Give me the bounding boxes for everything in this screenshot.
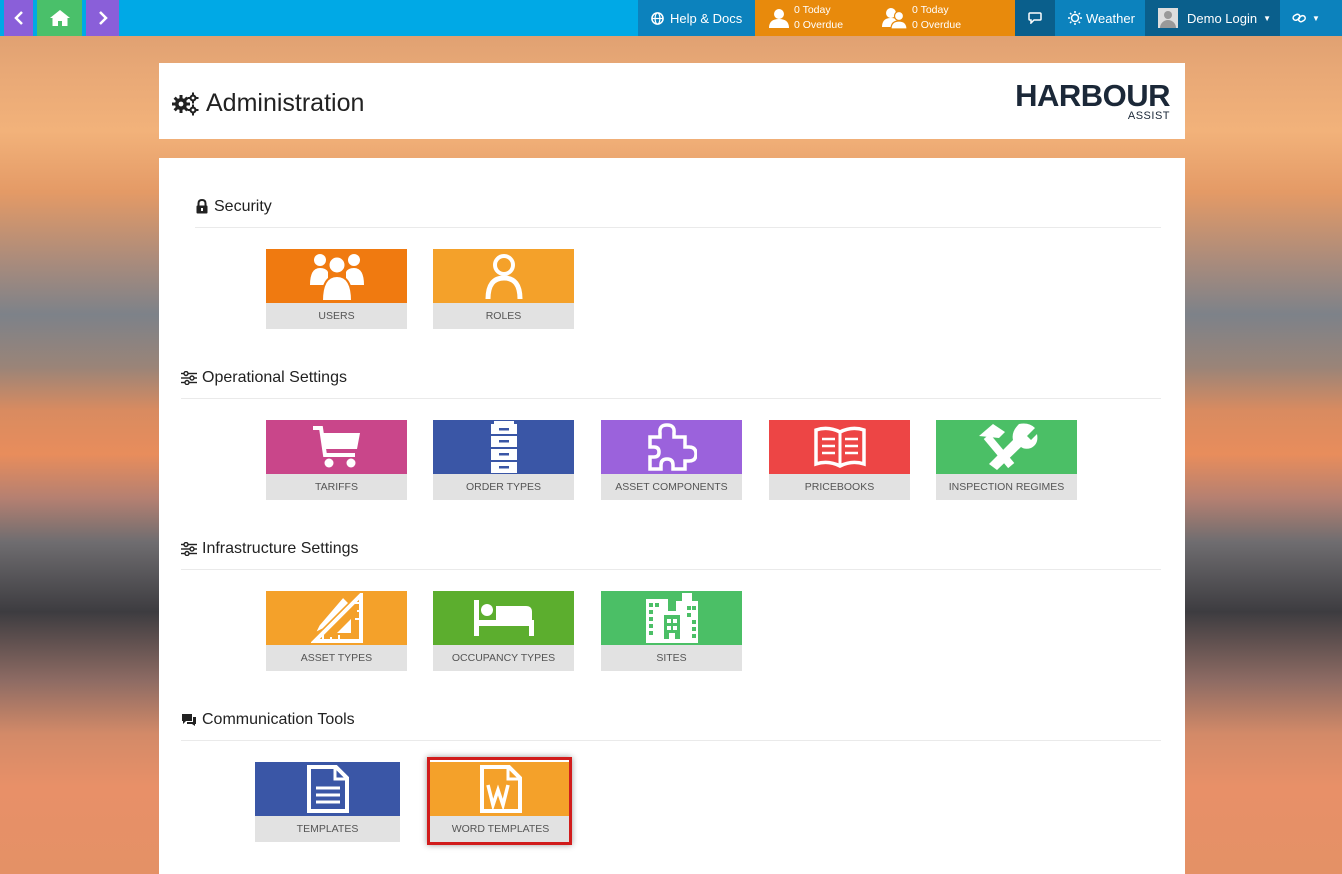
globe-icon — [651, 11, 664, 25]
tile-sites-label: SITES — [601, 645, 742, 671]
ruler-pencil-icon — [310, 593, 363, 643]
sliders-icon — [181, 541, 197, 556]
tile-tariffs-top — [266, 420, 407, 474]
task-counts: 0 Today 0 Overdue 0 Today 0 Overdue — [755, 0, 1015, 36]
tile-tariffs-label: TARIFFS — [266, 474, 407, 500]
tile-occupancy-types[interactable]: OCCUPANCY TYPES — [433, 591, 574, 671]
top-bar: Help & Docs 0 Today 0 Overdue 0 Today 0 … — [0, 0, 1342, 36]
tile-roles[interactable]: ROLES — [433, 249, 574, 329]
weather-button[interactable]: Weather — [1055, 0, 1145, 36]
tile-asset-types-top — [266, 591, 407, 645]
tile-asset-components-label: ASSET COMPONENTS — [601, 474, 742, 500]
my-tasks-button[interactable]: 0 Today 0 Overdue — [768, 0, 843, 36]
lock-icon — [196, 199, 208, 214]
tile-asset-types[interactable]: ASSET TYPES — [266, 591, 407, 671]
building-icon — [645, 593, 698, 643]
forward-button[interactable] — [86, 0, 119, 36]
users-icon — [309, 254, 364, 301]
user-name: Demo Login — [1187, 10, 1258, 26]
team-tasks-button[interactable]: 0 Today 0 Overdue — [882, 0, 961, 36]
sliders-icon — [181, 370, 197, 385]
logo-main: HARBOUR — [1015, 78, 1170, 113]
admin-content: Security USERS ROLES Operational Setting… — [159, 158, 1185, 874]
page-title: Administration — [172, 89, 364, 118]
back-button[interactable] — [4, 0, 33, 36]
tile-pricebooks[interactable]: PRICEBOOKS — [769, 420, 910, 500]
help-docs-button[interactable]: Help & Docs — [638, 0, 755, 36]
tile-sites-top — [601, 591, 742, 645]
section-infrastructure-header: Infrastructure Settings — [181, 528, 1161, 570]
section-communication-header: Communication Tools — [181, 699, 1161, 741]
chevron-right-icon — [98, 11, 108, 25]
section-operational-header: Operational Settings — [181, 357, 1161, 399]
tile-roles-label: ROLES — [433, 303, 574, 329]
user-menu-button[interactable]: Demo Login ▼ — [1145, 0, 1280, 36]
home-button[interactable] — [37, 0, 82, 36]
team-overdue-count: 0 Overdue — [912, 19, 962, 31]
section-communication-title: Communication Tools — [202, 710, 355, 728]
avatar — [1158, 8, 1178, 28]
tile-templates-label: TEMPLATES — [255, 816, 400, 842]
tile-inspection-regimes-top — [936, 420, 1077, 474]
section-security-title: Security — [214, 197, 272, 215]
word-file-icon — [479, 765, 522, 813]
tile-occupancy-types-label: OCCUPANCY TYPES — [433, 645, 574, 671]
page-header: Administration HARBOUR ASSIST — [159, 63, 1185, 139]
tile-word-templates-label: WORD TEMPLATES — [430, 816, 571, 842]
tile-word-templates[interactable]: WORD TEMPLATES — [430, 762, 571, 842]
tile-order-types-top — [433, 420, 574, 474]
document-icon — [306, 765, 349, 813]
tile-inspection-regimes[interactable]: INSPECTION REGIMES — [936, 420, 1077, 500]
section-security-header: Security — [195, 186, 1161, 228]
links-menu-button[interactable]: ▼ — [1280, 0, 1342, 36]
cart-icon — [312, 426, 360, 468]
section-infrastructure-title: Infrastructure Settings — [202, 539, 359, 557]
tile-templates-top — [255, 762, 400, 816]
tile-users[interactable]: USERS — [266, 249, 407, 329]
bed-icon — [473, 600, 534, 636]
tile-users-label: USERS — [266, 303, 407, 329]
tools-icon — [978, 423, 1037, 470]
chevron-left-icon — [13, 11, 23, 25]
tile-asset-components-top — [601, 420, 742, 474]
caret-down-icon: ▼ — [1312, 13, 1320, 23]
tile-pricebooks-top — [769, 420, 910, 474]
gears-icon — [172, 92, 199, 115]
user-icon — [485, 254, 522, 299]
tile-tariffs[interactable]: TARIFFS — [266, 420, 407, 500]
team-today-count: 0 Today — [912, 4, 949, 16]
user-icon — [769, 9, 789, 28]
my-today-count: 0 Today — [794, 4, 831, 16]
tile-users-top — [266, 249, 407, 303]
home-icon — [49, 10, 70, 26]
tile-word-templates-top — [430, 762, 571, 816]
tile-inspection-regimes-label: INSPECTION REGIMES — [936, 474, 1077, 500]
caret-down-icon: ▼ — [1263, 13, 1272, 23]
tile-asset-types-label: ASSET TYPES — [266, 645, 407, 671]
tile-occupancy-types-top — [433, 591, 574, 645]
harbour-assist-logo: HARBOUR ASSIST — [1015, 78, 1170, 122]
users-icon — [882, 8, 908, 29]
chat-icon — [1028, 12, 1042, 24]
tile-order-types-label: ORDER TYPES — [433, 474, 574, 500]
sun-icon — [1068, 11, 1082, 25]
tile-roles-top — [433, 249, 574, 303]
help-docs-label: Help & Docs — [670, 10, 743, 26]
tile-templates[interactable]: TEMPLATES — [255, 762, 400, 842]
comments-icon — [182, 713, 196, 726]
weather-label: Weather — [1086, 10, 1135, 26]
chat-button[interactable] — [1015, 0, 1055, 36]
book-icon — [813, 426, 866, 468]
section-operational-title: Operational Settings — [202, 368, 347, 386]
link-icon — [1292, 13, 1306, 23]
tile-asset-components[interactable]: ASSET COMPONENTS — [601, 420, 742, 500]
my-overdue-count: 0 Overdue — [794, 19, 844, 31]
tile-pricebooks-label: PRICEBOOKS — [769, 474, 910, 500]
puzzle-icon — [647, 423, 697, 471]
page-title-text: Administration — [206, 89, 365, 117]
tile-order-types[interactable]: ORDER TYPES — [433, 420, 574, 500]
cabinet-icon — [490, 421, 517, 473]
tile-sites[interactable]: SITES — [601, 591, 742, 671]
